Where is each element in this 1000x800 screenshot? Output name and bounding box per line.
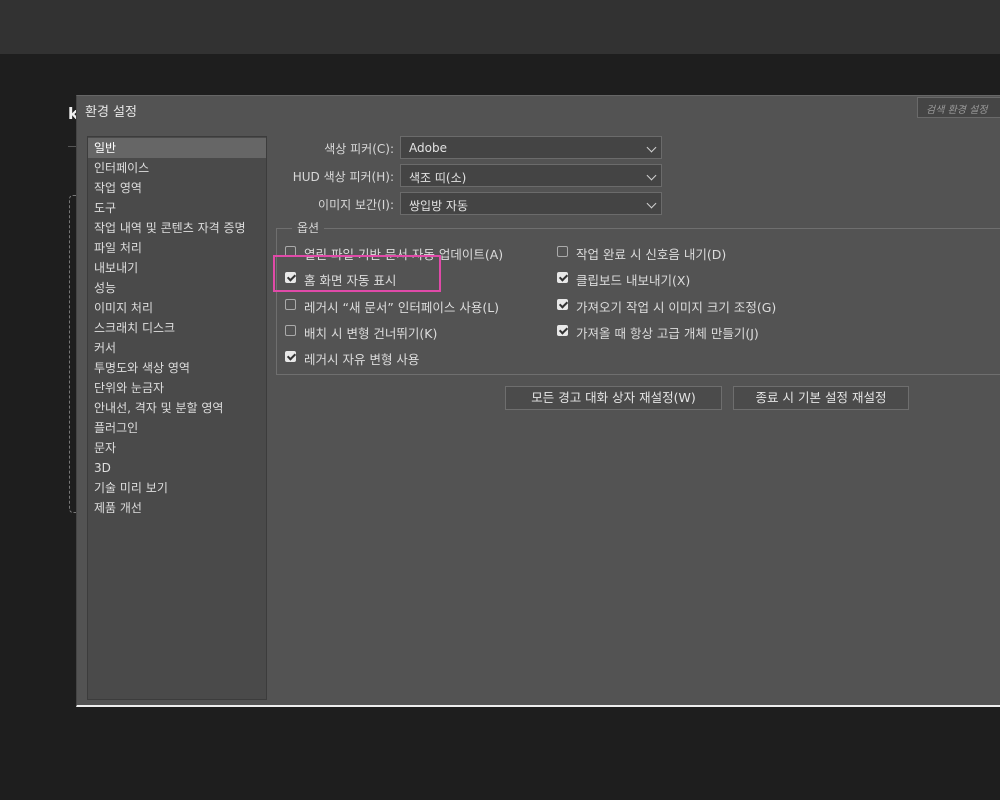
- search-preferences-input[interactable]: 검색 환경 설정: [917, 97, 1000, 118]
- hud-picker-value: 색조 띠(소): [409, 171, 467, 185]
- sidebar-item-general[interactable]: 일반: [88, 138, 266, 158]
- background-dashed-panel: [69, 195, 76, 513]
- interpolation-label: 이미지 보간(I):: [318, 198, 394, 212]
- checkbox-box: [557, 246, 568, 257]
- dialog-title: 환경 설정: [85, 105, 137, 120]
- checkbox-label: 가져오기 작업 시 이미지 크기 조정(G): [576, 300, 777, 315]
- interpolation-value: 쌍입방 자동: [409, 199, 469, 213]
- checkbox-box: [285, 299, 296, 310]
- color-picker-value: Adobe: [409, 141, 447, 155]
- checkbox-label: 가져올 때 항상 고급 개체 만들기(J): [576, 326, 759, 341]
- sidebar-item-performance[interactable]: 성능: [88, 278, 266, 298]
- interpolation-row: 이미지 보간(I):: [276, 192, 394, 215]
- checkbox-label: 클립보드 내보내기(X): [576, 273, 691, 288]
- chevron-down-icon: [646, 198, 657, 209]
- checkbox-box: [285, 325, 296, 336]
- sidebar-item-export[interactable]: 내보내기: [88, 258, 266, 278]
- interpolation-select[interactable]: 쌍입방 자동: [400, 192, 662, 215]
- hud-picker-label: HUD 색상 피커(H):: [292, 170, 394, 184]
- sidebar-item-transparency[interactable]: 투명도와 색상 영역: [88, 358, 266, 378]
- checkbox-box: [557, 272, 568, 283]
- sidebar-item-guides-grid[interactable]: 안내선, 격자 및 분할 영역: [88, 398, 266, 418]
- app-top-bar: [0, 0, 1000, 54]
- checkbox-label: 레거시 자유 변형 사용: [304, 352, 420, 367]
- checkbox-box: [557, 299, 568, 310]
- sidebar-item-tech-preview[interactable]: 기술 미리 보기: [88, 478, 266, 498]
- sidebar-item-tools[interactable]: 도구: [88, 198, 266, 218]
- chevron-down-icon: [646, 142, 657, 153]
- background-divider: [68, 146, 76, 147]
- sidebar-item-interface[interactable]: 인터페이스: [88, 158, 266, 178]
- hud-picker-row: HUD 색상 피커(H):: [276, 164, 394, 187]
- highlight-box: [273, 255, 441, 292]
- options-group-title: 옵션: [292, 219, 325, 236]
- sidebar-item-workspace[interactable]: 작업 영역: [88, 178, 266, 198]
- preferences-sidebar: 일반 인터페이스 작업 영역 도구 작업 내역 및 콘텐츠 자격 증명 파일 처…: [87, 136, 267, 700]
- sidebar-item-product-improvement[interactable]: 제품 개선: [88, 498, 266, 518]
- preferences-dialog: 환경 설정 검색 환경 설정 일반 인터페이스 작업 영역 도구 작업 내역 및…: [76, 95, 1000, 707]
- sidebar-item-plugins[interactable]: 플러그인: [88, 418, 266, 438]
- sidebar-item-units-rulers[interactable]: 단위와 눈금자: [88, 378, 266, 398]
- checkbox-box: [557, 325, 568, 336]
- checkbox-label: 배치 시 변형 건너뛰기(K): [304, 326, 438, 341]
- sidebar-item-cursors[interactable]: 커서: [88, 338, 266, 358]
- chevron-down-icon: [646, 170, 657, 181]
- color-picker-select[interactable]: Adobe: [400, 136, 662, 159]
- checkbox-label: 레거시 “새 문서” 인터페이스 사용(L): [304, 300, 500, 315]
- sidebar-item-image-processing[interactable]: 이미지 처리: [88, 298, 266, 318]
- reset-warnings-button[interactable]: 모든 경고 대화 상자 재설정(W): [505, 386, 722, 410]
- reset-on-quit-button[interactable]: 종료 시 기본 설정 재설정: [733, 386, 909, 410]
- sidebar-item-type[interactable]: 문자: [88, 438, 266, 458]
- color-picker-row: 색상 피커(C):: [276, 136, 394, 159]
- sidebar-item-3d[interactable]: 3D: [88, 458, 266, 478]
- hud-picker-select[interactable]: 색조 띠(소): [400, 164, 662, 187]
- checkbox-box: [285, 351, 296, 362]
- checkbox-label: 작업 완료 시 신호음 내기(D): [576, 247, 727, 262]
- sidebar-item-history[interactable]: 작업 내역 및 콘텐츠 자격 증명: [88, 218, 266, 238]
- sidebar-item-scratch-disks[interactable]: 스크래치 디스크: [88, 318, 266, 338]
- color-picker-label: 색상 피커(C):: [324, 142, 394, 156]
- sidebar-item-file-handling[interactable]: 파일 처리: [88, 238, 266, 258]
